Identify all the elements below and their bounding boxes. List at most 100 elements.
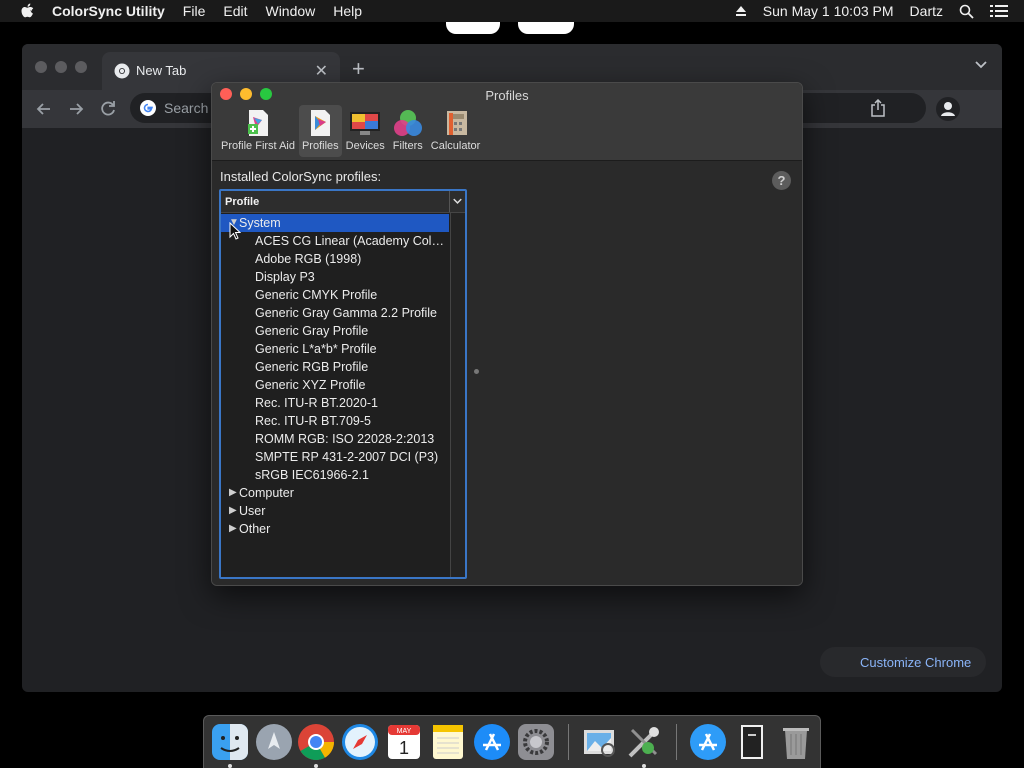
profile-row[interactable]: Adobe RGB (1998) xyxy=(221,250,449,268)
disclosure-triangle-collapsed-icon[interactable]: ▶ xyxy=(229,484,237,502)
group-label: Computer xyxy=(239,486,294,500)
tab-search-chevron-icon[interactable] xyxy=(974,58,988,72)
new-tab-button[interactable]: + xyxy=(352,56,365,82)
disclosure-triangle-collapsed-icon[interactable]: ▶ xyxy=(229,520,237,538)
trash-icon[interactable] xyxy=(776,722,816,762)
person-icon xyxy=(941,102,955,116)
group-label: System xyxy=(239,216,281,230)
colorsync-toolbar: Profile First Aid Profiles Devices Filte… xyxy=(218,105,484,157)
column-header[interactable]: Profile xyxy=(221,191,465,213)
menu-help[interactable]: Help xyxy=(333,3,362,19)
finder-icon[interactable] xyxy=(210,722,250,762)
profile-avatar[interactable] xyxy=(936,97,960,121)
running-indicator xyxy=(228,764,232,768)
toolbar-filters[interactable]: Filters xyxy=(389,105,427,157)
help-button[interactable]: ? xyxy=(772,171,791,190)
devices-icon xyxy=(350,112,381,135)
menu-user[interactable]: Dartz xyxy=(910,3,943,19)
dock-separator xyxy=(676,724,677,760)
profile-row[interactable]: Rec. ITU-R BT.709-5 xyxy=(221,412,449,430)
profiles-icon xyxy=(311,110,331,136)
preview-icon[interactable] xyxy=(580,722,620,762)
app-store-downloads-icon[interactable] xyxy=(688,722,728,762)
calendar-day: 1 xyxy=(399,738,409,758)
dock: MAY 1 xyxy=(203,715,821,768)
app-store-icon[interactable] xyxy=(472,722,512,762)
launchpad-icon[interactable] xyxy=(254,722,294,762)
profile-row[interactable]: Generic Gray Gamma 2.2 Profile xyxy=(221,304,449,322)
calendar-month: MAY xyxy=(397,728,412,735)
customize-chrome-button[interactable]: Customize Chrome xyxy=(820,647,986,677)
toolbar-profile-first-aid[interactable]: Profile First Aid xyxy=(218,105,298,157)
spotlight-search-icon[interactable] xyxy=(959,4,974,19)
tab-close-icon[interactable]: ✕ xyxy=(315,61,328,81)
group-row-other[interactable]: ▶ Other xyxy=(221,520,449,538)
toolbar-calculator[interactable]: Calculator xyxy=(428,105,484,157)
menu-bar: ColorSync Utility File Edit Window Help … xyxy=(0,0,1024,22)
apple-icon[interactable] xyxy=(20,3,34,19)
notes-icon[interactable] xyxy=(428,722,468,762)
profile-first-aid-icon xyxy=(247,110,268,136)
chrome-close-button[interactable] xyxy=(35,61,47,73)
menu-app-name[interactable]: ColorSync Utility xyxy=(52,3,165,19)
documents-icon[interactable] xyxy=(732,722,772,762)
group-row-user[interactable]: ▶ User xyxy=(221,502,449,520)
profile-row[interactable]: Generic CMYK Profile xyxy=(221,286,449,304)
toolbar-label: Filters xyxy=(392,140,423,152)
profile-row[interactable]: Rec. ITU-R BT.2020-1 xyxy=(221,394,449,412)
menu-clock[interactable]: Sun May 1 10:03 PM xyxy=(763,3,894,19)
system-preferences-icon[interactable] xyxy=(516,722,556,762)
menu-window[interactable]: Window xyxy=(265,3,315,19)
desktop-icon-fragment xyxy=(518,22,574,34)
scrollbar-track[interactable] xyxy=(450,213,465,577)
omnibox-placeholder: Search xyxy=(164,100,209,116)
chrome-minimize-button[interactable] xyxy=(55,61,67,73)
profiles-pane: Installed ColorSync profiles: ? Profile … xyxy=(212,161,802,585)
control-center-icon[interactable] xyxy=(990,4,1008,18)
eject-icon[interactable] xyxy=(735,5,747,17)
calendar-icon[interactable]: MAY 1 xyxy=(384,722,424,762)
profile-row[interactable]: sRGB IEC61966-2.1 xyxy=(221,466,449,484)
profile-row[interactable]: ROMM RGB: ISO 22028-2:2013 xyxy=(221,430,449,448)
disclosure-triangle-collapsed-icon[interactable]: ▶ xyxy=(229,502,237,520)
toolbar-devices[interactable]: Devices xyxy=(343,105,388,157)
back-icon[interactable] xyxy=(34,99,54,119)
chrome-zoom-button[interactable] xyxy=(75,61,87,73)
chrome-favicon-icon xyxy=(114,63,130,79)
forward-icon[interactable] xyxy=(66,99,86,119)
group-row-system[interactable]: ▼ System xyxy=(221,214,449,232)
profile-row[interactable]: ACES CG Linear (Academy Color... xyxy=(221,232,449,250)
menu-edit[interactable]: Edit xyxy=(223,3,247,19)
group-row-computer[interactable]: ▶ Computer xyxy=(221,484,449,502)
outline-rows: ▼ System ACES CG Linear (Academy Color..… xyxy=(221,214,449,538)
tab-title: New Tab xyxy=(136,63,187,78)
toolbar-label: Profiles xyxy=(301,140,339,152)
reload-icon[interactable] xyxy=(98,99,118,119)
profile-row[interactable]: Generic L*a*b* Profile xyxy=(221,340,449,358)
running-indicator xyxy=(314,764,318,768)
profiles-outline[interactable]: Profile ▼ System ACES CG Linear (Academy… xyxy=(219,189,467,579)
dock-separator xyxy=(568,724,569,760)
profile-row[interactable]: Generic XYZ Profile xyxy=(221,376,449,394)
calculator-icon xyxy=(446,111,467,135)
share-icon[interactable] xyxy=(870,99,886,117)
toolbar-profiles[interactable]: Profiles xyxy=(298,105,342,157)
chrome-icon[interactable] xyxy=(296,722,336,762)
google-g-icon xyxy=(140,100,156,116)
mouse-cursor-icon xyxy=(229,222,241,240)
profile-row[interactable]: SMPTE RP 431-2-2007 DCI (P3) xyxy=(221,448,449,466)
running-indicator xyxy=(642,764,646,768)
profile-row[interactable]: Generic RGB Profile xyxy=(221,358,449,376)
split-view-handle[interactable] xyxy=(474,369,479,374)
profile-row[interactable]: Display P3 xyxy=(221,268,449,286)
toolbar-label: Calculator xyxy=(430,140,481,152)
column-header-label: Profile xyxy=(225,196,260,208)
chevron-down-icon[interactable] xyxy=(449,191,465,212)
toolbar-label: Profile First Aid xyxy=(221,140,295,152)
safari-icon[interactable] xyxy=(340,722,380,762)
chrome-window-controls xyxy=(35,61,95,73)
toolbar-label: Devices xyxy=(345,140,385,152)
profile-row[interactable]: Generic Gray Profile xyxy=(221,322,449,340)
colorsync-utility-icon[interactable] xyxy=(624,722,664,762)
menu-file[interactable]: File xyxy=(183,3,206,19)
